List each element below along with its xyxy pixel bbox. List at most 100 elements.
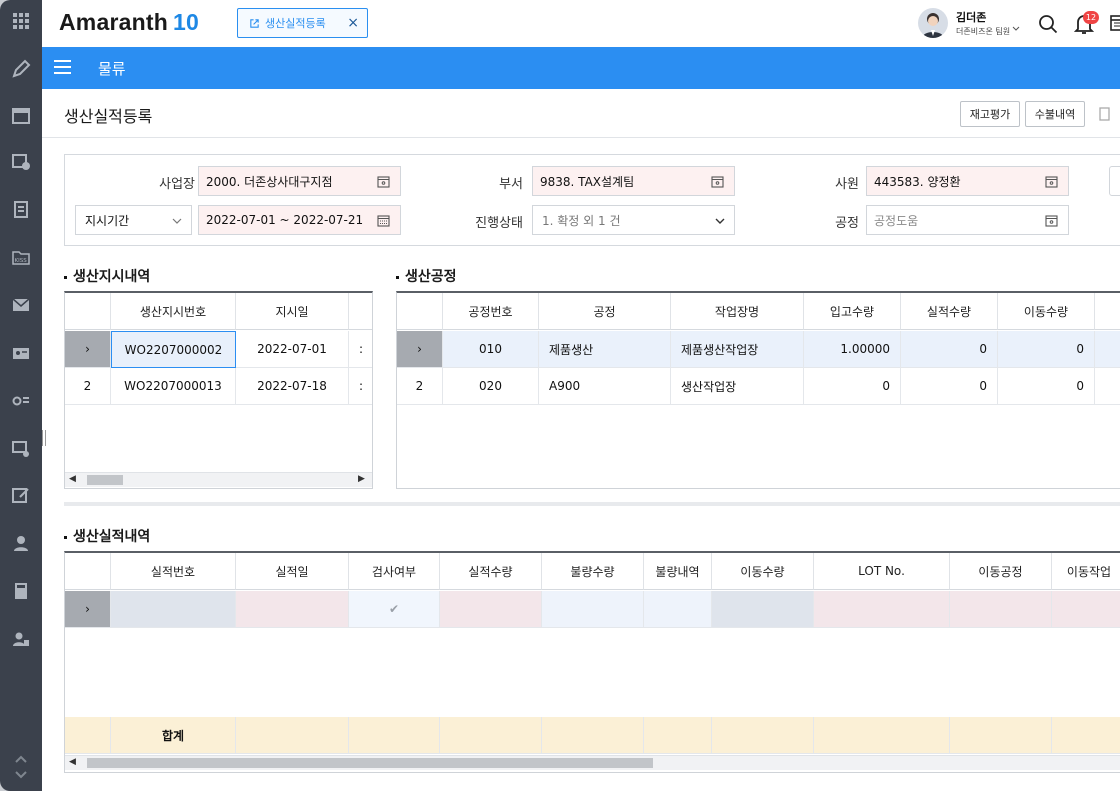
defect-qty-cell[interactable] (542, 591, 644, 628)
defect-detail-cell[interactable] (644, 591, 712, 628)
process-col-in-qty[interactable]: 입고수량 (804, 293, 901, 330)
row-indicator[interactable]: 2 (65, 368, 111, 405)
results-col-lot[interactable]: LOT No. (814, 553, 950, 590)
order-extra-cell[interactable]: : (349, 331, 372, 368)
scroll-thumb[interactable] (87, 475, 123, 485)
user-menu-chevron-icon[interactable] (1011, 24, 1021, 34)
order-extra-cell[interactable]: : (349, 368, 372, 405)
result-no-cell[interactable] (111, 591, 236, 628)
process-code-cell[interactable]: 010 (443, 331, 539, 368)
results-hscrollbar[interactable]: ◀ (65, 755, 1120, 770)
calendar-grid-icon[interactable] (1110, 14, 1120, 32)
chevron-up-icon[interactable] (8, 752, 34, 766)
extra-button[interactable] (1109, 166, 1120, 196)
scroll-left-icon[interactable]: ◀ (69, 474, 76, 484)
inspection-check-icon[interactable]: ✔ (349, 591, 440, 628)
user-name[interactable]: 김더존 (956, 9, 986, 25)
process-name-cell[interactable]: 제품생산 (539, 331, 671, 368)
monitor-settings-icon[interactable] (8, 436, 34, 462)
process-in-qty-cell[interactable]: 1.00000 (804, 331, 901, 368)
resize-grip[interactable] (42, 430, 46, 446)
process-col-name[interactable]: 공정 (539, 293, 671, 330)
row-indicator[interactable]: › (65, 591, 111, 628)
row-indicator[interactable]: › (397, 331, 443, 368)
lookup-icon[interactable] (377, 175, 390, 188)
pen-icon[interactable] (8, 56, 34, 82)
process-name-cell[interactable]: A900 (539, 368, 671, 405)
results-col-date[interactable]: 실적일 (236, 553, 349, 590)
inventory-evaluation-button[interactable]: 재고평가 (960, 101, 1020, 127)
table-row[interactable]: 2 020 A900 생산작업장 0 0 0 (397, 368, 1120, 405)
clipboard-icon[interactable] (8, 196, 34, 222)
order-no-cell[interactable]: WO2207000013 (111, 368, 236, 405)
lot-no-cell[interactable] (814, 591, 950, 628)
dept-field[interactable]: 9838. TAX설계팀 (532, 166, 735, 196)
process-result-qty-cell[interactable]: 0 (901, 368, 998, 405)
orders-hscrollbar[interactable]: ◀ ▶ (65, 472, 372, 487)
table-row[interactable]: › 010 제품생산 제품생산작업장 1.00000 0 0 (397, 331, 1120, 368)
biz-field[interactable]: 2000. 더존상사대구지점 (198, 166, 401, 196)
table-row[interactable]: 2 WO2207000013 2022-07-18 : (65, 368, 372, 405)
process-result-qty-cell[interactable]: 0 (901, 331, 998, 368)
scroll-right-icon[interactable]: ▶ (358, 474, 365, 484)
process-code-cell[interactable]: 020 (443, 368, 539, 405)
results-col-move-qty[interactable]: 이동수량 (712, 553, 814, 590)
scroll-thumb[interactable] (87, 758, 653, 768)
avatar[interactable] (918, 8, 952, 40)
move-process-cell[interactable] (950, 591, 1052, 628)
lookup-icon[interactable] (1045, 214, 1058, 227)
results-col-defect-qty[interactable]: 불량수량 (542, 553, 644, 590)
orders-col-date[interactable]: 지시일 (236, 293, 349, 330)
status-select[interactable]: 1. 확정 외 1 건 (532, 205, 735, 235)
process-move-qty-cell[interactable]: 0 (998, 368, 1095, 405)
more-actions-icon[interactable] (1097, 105, 1111, 123)
tab-production-result[interactable]: 생산실적등록 × (237, 8, 368, 38)
period-field[interactable]: 2022-07-01 ~ 2022-07-21 (198, 205, 401, 235)
calendar-clock-icon[interactable] (8, 148, 34, 174)
calendar-icon[interactable] (377, 214, 390, 227)
person-lock-icon[interactable] (8, 626, 34, 652)
order-date-cell[interactable]: 2022-07-01 (236, 331, 349, 368)
move-work-cell[interactable] (1052, 591, 1120, 628)
stock-history-button[interactable]: 수불내역 (1025, 101, 1085, 127)
calculator-icon[interactable] (8, 578, 34, 604)
process-col-code[interactable]: 공정번호 (443, 293, 539, 330)
scroll-left-icon[interactable]: ◀ (69, 757, 76, 767)
emp-field[interactable]: 443583. 양정환 (866, 166, 1069, 196)
results-col-inspection[interactable]: 검사여부 (349, 553, 440, 590)
results-col-move-process[interactable]: 이동공정 (950, 553, 1052, 590)
process-col-result-qty[interactable]: 실적수량 (901, 293, 998, 330)
search-icon[interactable] (1038, 14, 1058, 34)
chevron-down-icon[interactable] (8, 768, 34, 782)
process-col-workplace[interactable]: 작업장명 (671, 293, 804, 330)
app-logo[interactable]: Amaranth 10 (59, 9, 199, 36)
result-date-cell[interactable] (236, 591, 349, 628)
process-workplace-cell[interactable]: 제품생산작업장 (671, 331, 804, 368)
id-card-icon[interactable] (8, 340, 34, 366)
edit-document-icon[interactable] (8, 482, 34, 508)
results-col-qty[interactable]: 실적수량 (440, 553, 542, 590)
process-move-qty-cell[interactable]: 0 (998, 331, 1095, 368)
kiss-folder-icon[interactable]: KISS (8, 244, 34, 270)
apps-grid-icon[interactable] (8, 8, 34, 34)
hamburger-menu-icon[interactable] (54, 60, 71, 74)
process-col-move-qty[interactable]: 이동수량 (998, 293, 1095, 330)
orders-col-no[interactable]: 생산지시번호 (111, 293, 236, 330)
lookup-icon[interactable] (711, 175, 724, 188)
results-col-defect-detail[interactable]: 불량내역 (644, 553, 712, 590)
order-date-cell[interactable]: 2022-07-18 (236, 368, 349, 405)
results-col-move-work[interactable]: 이동작업 (1052, 553, 1120, 590)
process-workplace-cell[interactable]: 생산작업장 (671, 368, 804, 405)
process-in-qty-cell[interactable]: 0 (804, 368, 901, 405)
process-field[interactable]: 공정도움 (866, 205, 1069, 235)
table-row[interactable]: › WO2207000002 2022-07-01 : (65, 331, 372, 368)
period-type-select[interactable]: 지시기간 (75, 205, 192, 235)
lookup-icon[interactable] (1045, 175, 1058, 188)
results-col-no[interactable]: 실적번호 (111, 553, 236, 590)
row-indicator[interactable]: › (65, 331, 111, 368)
tab-close-icon[interactable]: × (347, 16, 359, 30)
move-qty-cell[interactable] (712, 591, 814, 628)
calendar-icon[interactable] (8, 102, 34, 128)
result-qty-cell[interactable] (440, 591, 542, 628)
mail-icon[interactable] (8, 292, 34, 318)
